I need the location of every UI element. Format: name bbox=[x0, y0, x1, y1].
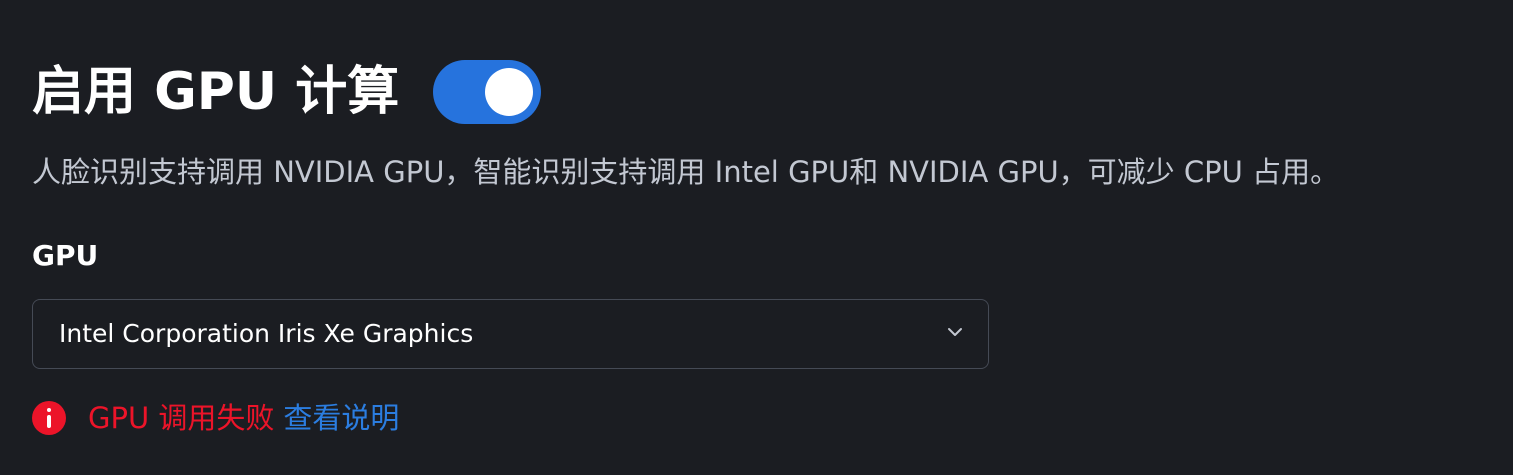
toggle-knob bbox=[485, 68, 534, 116]
gpu-select[interactable]: Intel Corporation Iris Xe Graphics bbox=[32, 299, 989, 369]
chevron-down-icon bbox=[948, 328, 962, 336]
header-row: 启用 GPU 计算 bbox=[32, 56, 542, 128]
page-title: 启用 GPU 计算 bbox=[32, 62, 400, 122]
error-status-row: GPU 调用失败 查看说明 bbox=[32, 396, 399, 440]
view-instructions-link[interactable]: 查看说明 bbox=[283, 396, 399, 440]
gpu-compute-toggle[interactable] bbox=[433, 60, 542, 124]
gpu-select-value: Intel Corporation Iris Xe Graphics bbox=[59, 319, 474, 348]
error-icon bbox=[32, 401, 66, 435]
gpu-field-label: GPU bbox=[32, 239, 99, 272]
description-text: 人脸识别支持调用 NVIDIA GPU，智能识别支持调用 Intel GPU和 … bbox=[32, 155, 1340, 189]
error-message: GPU 调用失败 bbox=[88, 401, 275, 435]
